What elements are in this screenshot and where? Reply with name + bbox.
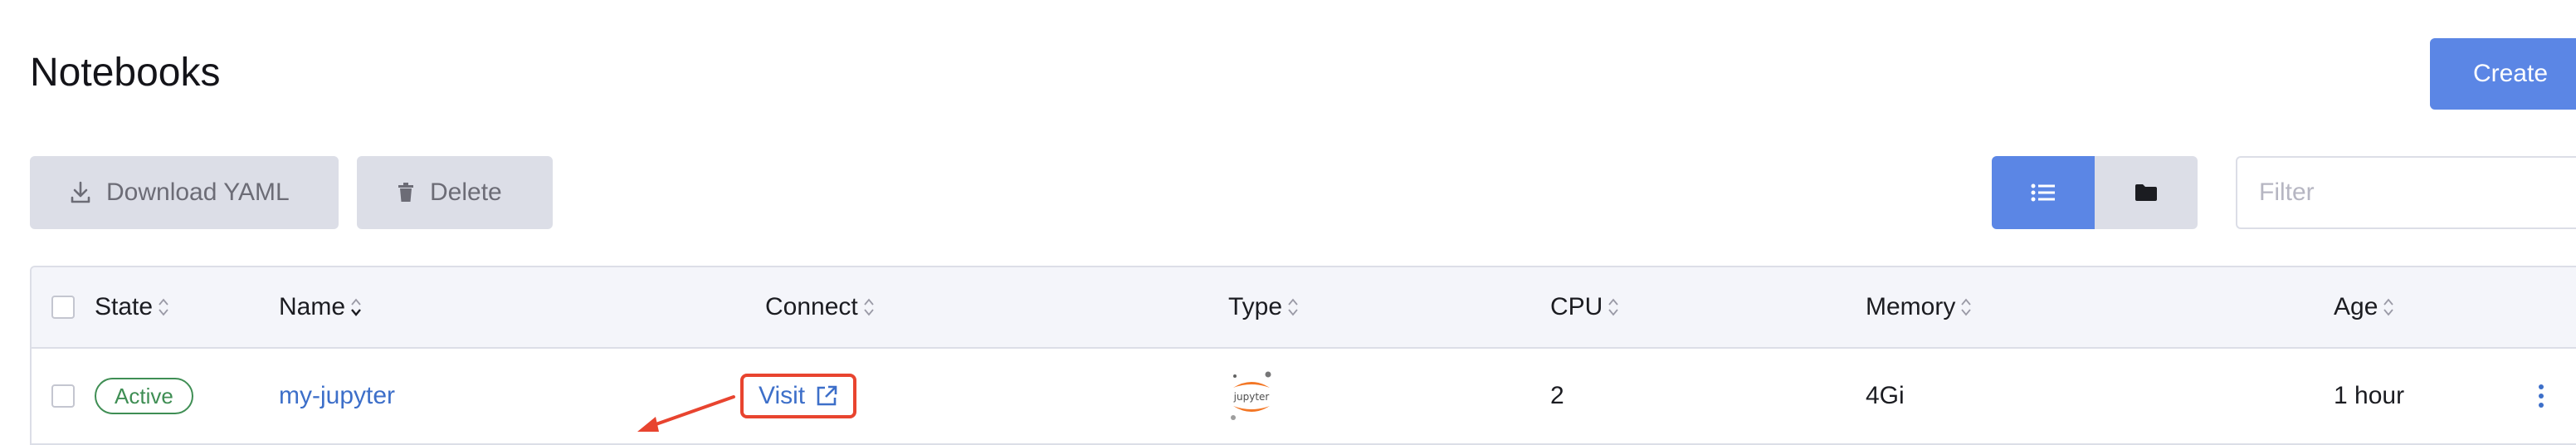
visit-label: Visit	[759, 382, 806, 409]
create-button[interactable]: Create	[2430, 38, 2576, 110]
filter-input[interactable]	[2236, 156, 2576, 229]
notebook-name-link[interactable]: my-jupyter	[279, 382, 395, 410]
row-checkbox[interactable]	[51, 384, 75, 408]
delete-label: Delete	[430, 178, 502, 206]
download-yaml-button[interactable]: Download YAML	[30, 156, 339, 229]
visit-link[interactable]: Visit	[740, 374, 857, 418]
table-header: State Name Connect Type CPU Memory Age	[32, 267, 2576, 349]
kebab-menu-icon	[2539, 384, 2544, 408]
column-header-cpu[interactable]: CPU	[1550, 267, 1619, 347]
sort-icon	[1961, 298, 1972, 316]
sort-descending-icon	[351, 298, 361, 316]
column-header-name-label: Name	[279, 293, 346, 320]
sort-icon	[2383, 298, 2394, 316]
folder-icon	[2135, 184, 2157, 201]
column-header-type[interactable]: Type	[1228, 267, 1299, 347]
column-header-name[interactable]: Name	[279, 267, 362, 347]
column-header-age-label: Age	[2334, 293, 2378, 320]
external-link-icon	[817, 385, 837, 406]
notebooks-table: State Name Connect Type CPU Memory Age A…	[30, 266, 2576, 445]
memory-cell: 4Gi	[1866, 382, 1905, 409]
cpu-cell: 2	[1550, 382, 1564, 409]
column-header-memory-label: Memory	[1866, 293, 1956, 320]
sort-icon	[159, 298, 168, 316]
row-select-cell	[51, 349, 75, 443]
type-cell: jupyter	[1225, 349, 1278, 443]
table-row: Active my-jupyter Visit jupyter 2 4Gi 1 …	[32, 349, 2576, 445]
jupyter-logo-text: jupyter	[1233, 391, 1270, 403]
column-header-cpu-label: CPU	[1550, 293, 1603, 320]
jupyter-logo-icon: jupyter	[1231, 371, 1271, 420]
list-icon	[2031, 183, 2055, 202]
name-cell: my-jupyter	[279, 349, 395, 443]
folder-view-button[interactable]	[2095, 156, 2198, 229]
state-cell: Active	[95, 349, 193, 443]
connect-cell: Visit	[740, 349, 857, 443]
select-all-checkbox[interactable]	[51, 296, 75, 319]
view-toggle	[1992, 156, 2198, 229]
delete-button[interactable]: Delete	[357, 156, 553, 229]
download-yaml-label: Download YAML	[106, 178, 290, 206]
list-view-button[interactable]	[1992, 156, 2095, 229]
download-icon	[71, 181, 90, 203]
age-cell: 1 hour	[2334, 382, 2405, 409]
column-header-state[interactable]: State	[95, 267, 169, 347]
trash-icon	[398, 183, 413, 202]
column-header-connect[interactable]: Connect	[765, 267, 875, 347]
column-header-memory[interactable]: Memory	[1866, 267, 1972, 347]
page-title: Notebooks	[30, 51, 221, 95]
sort-icon	[1288, 298, 1298, 316]
annotation-arrow	[637, 395, 735, 432]
status-badge: Active	[95, 378, 193, 414]
column-header-state-label: State	[95, 293, 154, 320]
column-header-type-label: Type	[1228, 293, 1283, 320]
row-actions-button[interactable]	[2538, 349, 2544, 443]
sort-icon	[864, 298, 874, 316]
sort-icon	[1608, 298, 1619, 316]
select-all-cell	[51, 267, 75, 347]
column-header-age[interactable]: Age	[2334, 267, 2394, 347]
column-header-connect-label: Connect	[765, 293, 858, 320]
notebooks-page: Notebooks Create Download YAML Delete Fi…	[0, 0, 2576, 445]
